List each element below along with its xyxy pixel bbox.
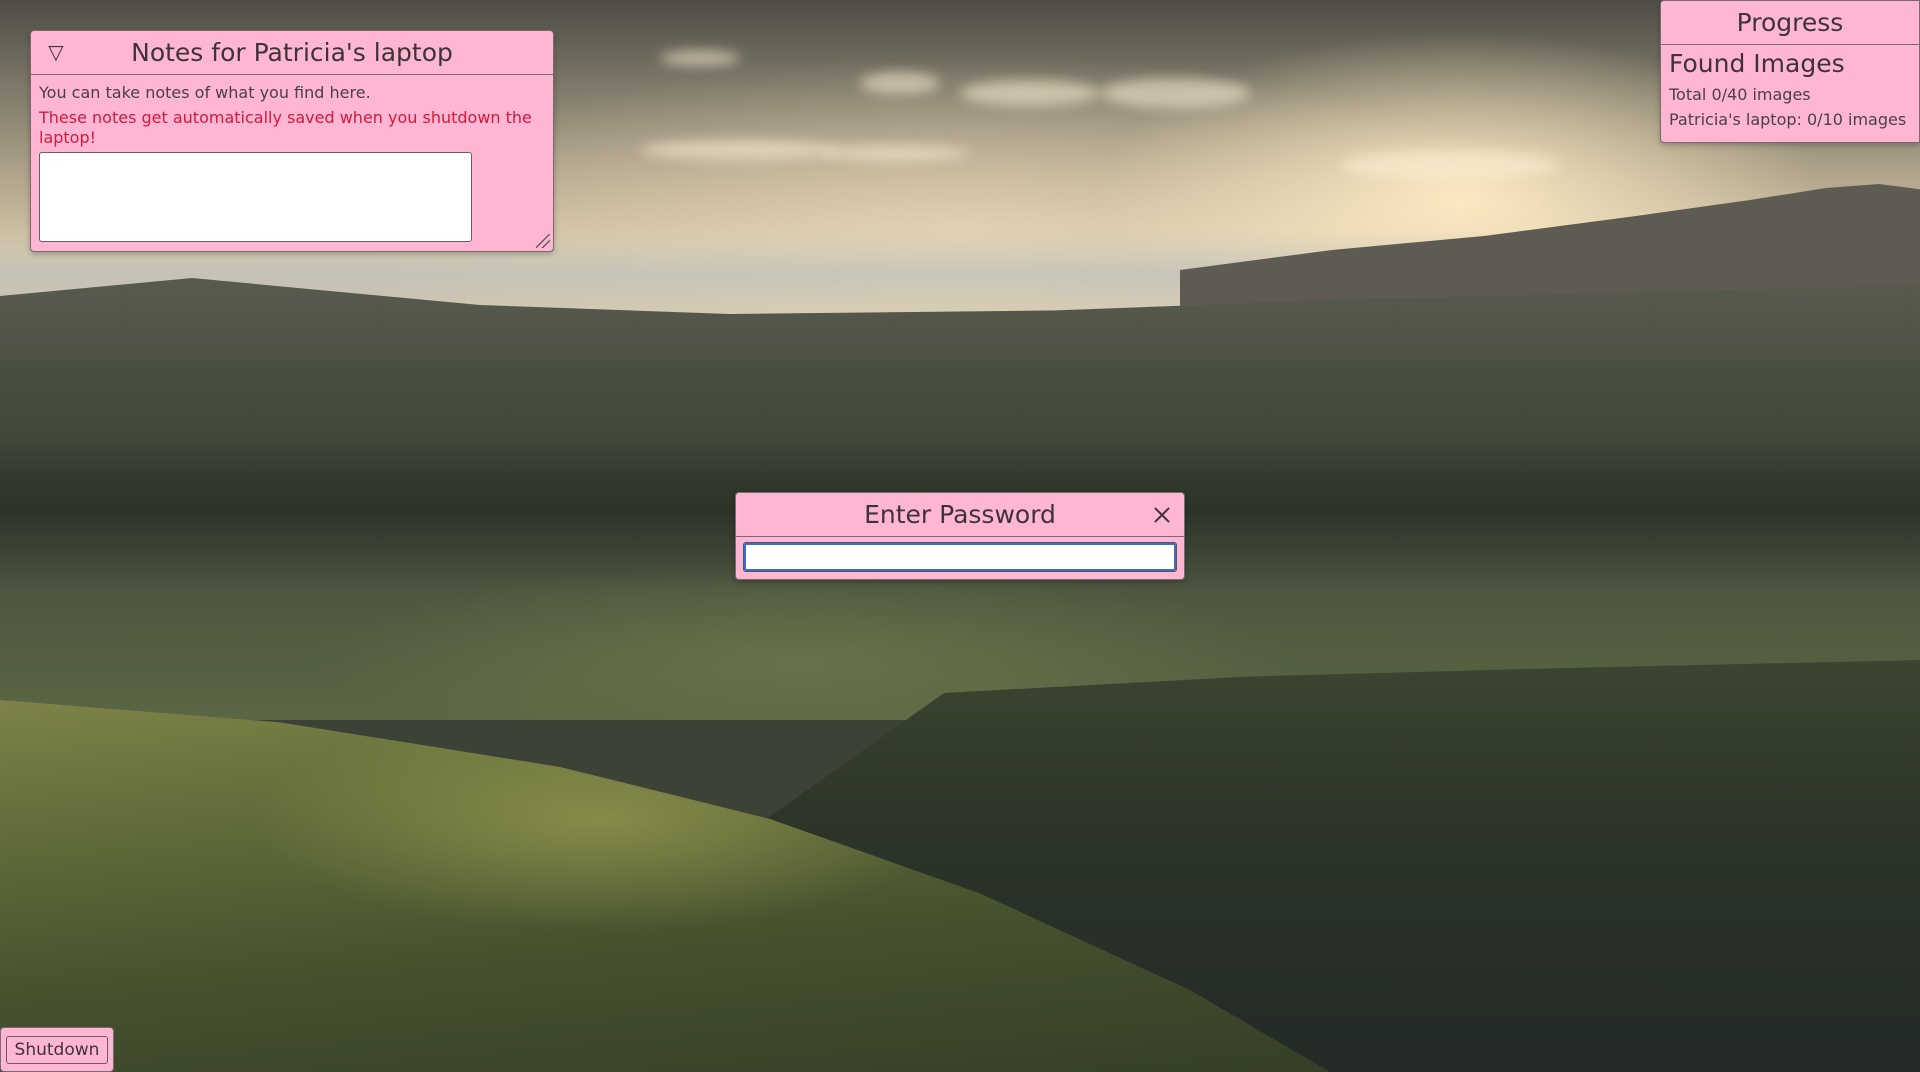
wallpaper-cloud	[1100, 78, 1250, 108]
password-dialog-title-bar[interactable]: Enter Password	[736, 493, 1184, 537]
collapse-triangle-icon[interactable]: ▽	[43, 39, 69, 65]
notes-window: ▽ Notes for Patricia's laptop You can ta…	[30, 30, 554, 252]
wallpaper-cloud	[820, 145, 970, 161]
wallpaper-cloud	[860, 72, 940, 94]
progress-title: Progress	[1661, 1, 1919, 45]
resize-grip-icon[interactable]	[536, 234, 550, 248]
wallpaper-cloud	[960, 80, 1100, 106]
notes-textarea[interactable]	[39, 152, 472, 242]
notes-warning: These notes get automatically saved when…	[39, 108, 532, 147]
notes-title: Notes for Patricia's laptop	[131, 38, 453, 67]
shutdown-button[interactable]: Shutdown	[5, 1035, 109, 1064]
close-icon[interactable]	[1150, 503, 1174, 527]
wallpaper-cloud	[1340, 150, 1560, 180]
notes-hint: You can take notes of what you find here…	[39, 83, 371, 102]
password-input[interactable]	[743, 542, 1177, 572]
progress-window: Progress Found Images Total 0/40 images …	[1660, 0, 1920, 143]
wallpaper-cloud	[660, 50, 740, 66]
password-dialog-title: Enter Password	[864, 500, 1056, 529]
shutdown-container: Shutdown	[0, 1027, 114, 1072]
progress-body: Found Images Total 0/40 images Patricia'…	[1661, 45, 1919, 136]
wallpaper-cloud	[640, 140, 840, 160]
found-images-heading: Found Images	[1669, 49, 1845, 78]
device-images-count: Patricia's laptop: 0/10 images	[1669, 110, 1907, 129]
notes-body: You can take notes of what you find here…	[31, 75, 553, 242]
total-images-count: Total 0/40 images	[1669, 85, 1811, 104]
notes-title-bar[interactable]: ▽ Notes for Patricia's laptop	[31, 31, 553, 75]
password-dialog: Enter Password	[735, 492, 1185, 580]
